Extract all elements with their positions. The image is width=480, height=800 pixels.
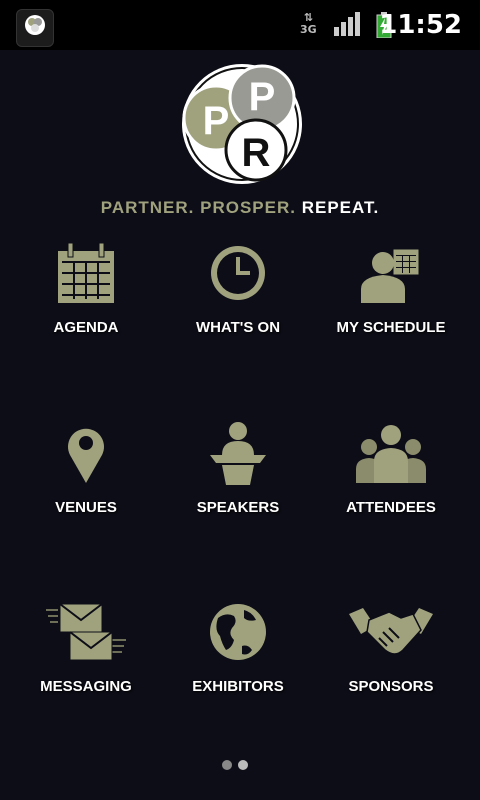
page-indicator[interactable] xyxy=(222,757,254,770)
tagline: PARTNER. PROSPER. REPEAT. xyxy=(0,198,480,218)
people-group-icon xyxy=(356,425,426,483)
person-calendar-icon xyxy=(361,248,420,303)
menu-agenda[interactable]: AGENDA xyxy=(11,241,161,381)
menu-whats-on-label: WHAT'S ON xyxy=(195,319,281,336)
menu-exhibitors-label: EXHIBITORS xyxy=(192,678,284,695)
menu-attendees-label: ATTENDEES xyxy=(346,499,436,516)
menu-my-schedule[interactable]: MY SCHEDULE xyxy=(316,241,466,381)
menu-speakers-label: SPEAKERS xyxy=(196,499,280,516)
logo-letter-p2: P xyxy=(249,75,276,119)
menu-messaging[interactable]: MESSAGING xyxy=(11,600,161,740)
menu-attendees[interactable]: ATTENDEES xyxy=(316,421,466,561)
map-pin-icon xyxy=(68,428,104,483)
logo-letter-r: R xyxy=(242,131,271,175)
tagline-part-1: PARTNER. PROSPER. xyxy=(100,198,296,217)
menu-exhibitors[interactable]: EXHIBITORS xyxy=(163,600,313,740)
ppr-logo: P P R xyxy=(182,64,302,184)
signal-icon xyxy=(334,12,360,36)
menu-speakers[interactable]: SPEAKERS xyxy=(163,421,313,561)
menu-whats-on[interactable]: WHAT'S ON xyxy=(163,241,313,381)
page-dot-2[interactable] xyxy=(238,760,248,770)
ppr-app-icon xyxy=(16,9,54,47)
clock-icon xyxy=(211,246,265,300)
menu-agenda-label: AGENDA xyxy=(53,319,119,336)
menu-sponsors-label: SPONSORS xyxy=(348,678,434,695)
status-bar: ⇅ 3G 11:52 xyxy=(0,0,480,50)
menu-venues-label: VENUES xyxy=(55,499,117,516)
podium-speaker-icon xyxy=(210,422,266,485)
globe-icon xyxy=(210,604,266,660)
logo-letter-p1: P xyxy=(203,99,230,143)
menu-venues[interactable]: VENUES xyxy=(11,421,161,561)
envelopes-icon xyxy=(46,603,126,661)
network-type: 3G xyxy=(300,23,317,36)
data-arrows-icon: ⇅ 3G xyxy=(300,11,317,36)
clock-time: 11:52 xyxy=(379,10,462,40)
handshake-icon xyxy=(349,608,433,655)
tagline-part-2: REPEAT. xyxy=(301,198,380,217)
menu-my-schedule-label: MY SCHEDULE xyxy=(336,319,446,336)
menu-messaging-label: MESSAGING xyxy=(40,678,132,695)
menu-sponsors[interactable]: SPONSORS xyxy=(316,600,466,740)
page-dot-1[interactable] xyxy=(222,760,232,770)
calendar-icon xyxy=(58,242,114,303)
